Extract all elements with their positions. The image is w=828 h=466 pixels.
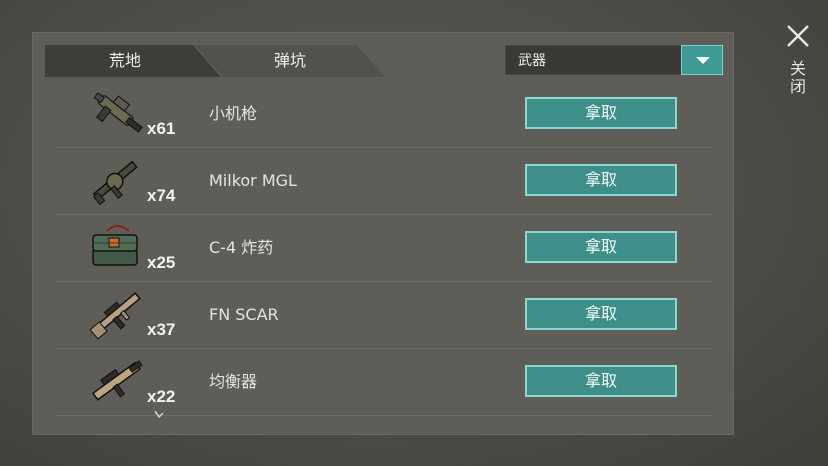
dropdown-toggle-button[interactable] [681,45,723,75]
take-button[interactable]: 拿取 [525,231,677,263]
item-quantity: x37 [147,320,176,339]
rifle-icon [89,292,141,340]
item-quantity: x61 [147,119,176,138]
tab-crater-label: 弹坑 [273,51,306,70]
equalizer-gun-icon [91,360,143,401]
item-quantity: x22 [147,387,176,406]
list-item: x74 Milkor MGL 拿取 [55,148,713,215]
item-name: FN SCAR [209,305,279,324]
smg-icon [93,92,143,133]
take-button[interactable]: 拿取 [525,298,677,330]
category-dropdown[interactable]: 武器 [505,45,723,75]
tab-crater[interactable]: 弹坑 [195,45,385,77]
next-item-icon [154,411,164,419]
category-dropdown-value: 武器 [518,53,546,69]
item-name: C-4 炸药 [209,238,274,257]
loot-panel: 弹坑 荒地 武器 x61 小机枪 拿取 x74 Milkor MGL 拿取 x2… [32,32,734,435]
chevron-down-icon [696,57,710,64]
close-label[interactable]: 关闭 [786,60,808,96]
close-icon[interactable] [784,22,812,50]
list-item: x22 均衡器 拿取 [55,349,713,416]
take-button[interactable]: 拿取 [525,164,677,196]
item-quantity: x25 [147,253,176,272]
tab-wasteland[interactable]: 荒地 [45,45,221,77]
tab-bar: 弹坑 荒地 [45,45,445,77]
item-name: Milkor MGL [209,171,297,190]
list-item: x37 FN SCAR 拿取 [55,282,713,349]
item-name: 均衡器 [209,372,258,391]
item-quantity: x74 [147,186,176,205]
item-name: 小机枪 [209,104,258,123]
take-button[interactable]: 拿取 [525,365,677,397]
take-button[interactable]: 拿取 [525,97,677,129]
tab-wasteland-label: 荒地 [108,51,141,70]
item-list[interactable]: x61 小机枪 拿取 x74 Milkor MGL 拿取 x25 C-4 炸药 … [55,81,713,423]
grenade-launcher-icon [92,160,138,206]
c4-explosive-icon [92,225,138,266]
list-item: x25 C-4 炸药 拿取 [55,215,713,282]
list-item: x61 小机枪 拿取 [55,81,713,148]
